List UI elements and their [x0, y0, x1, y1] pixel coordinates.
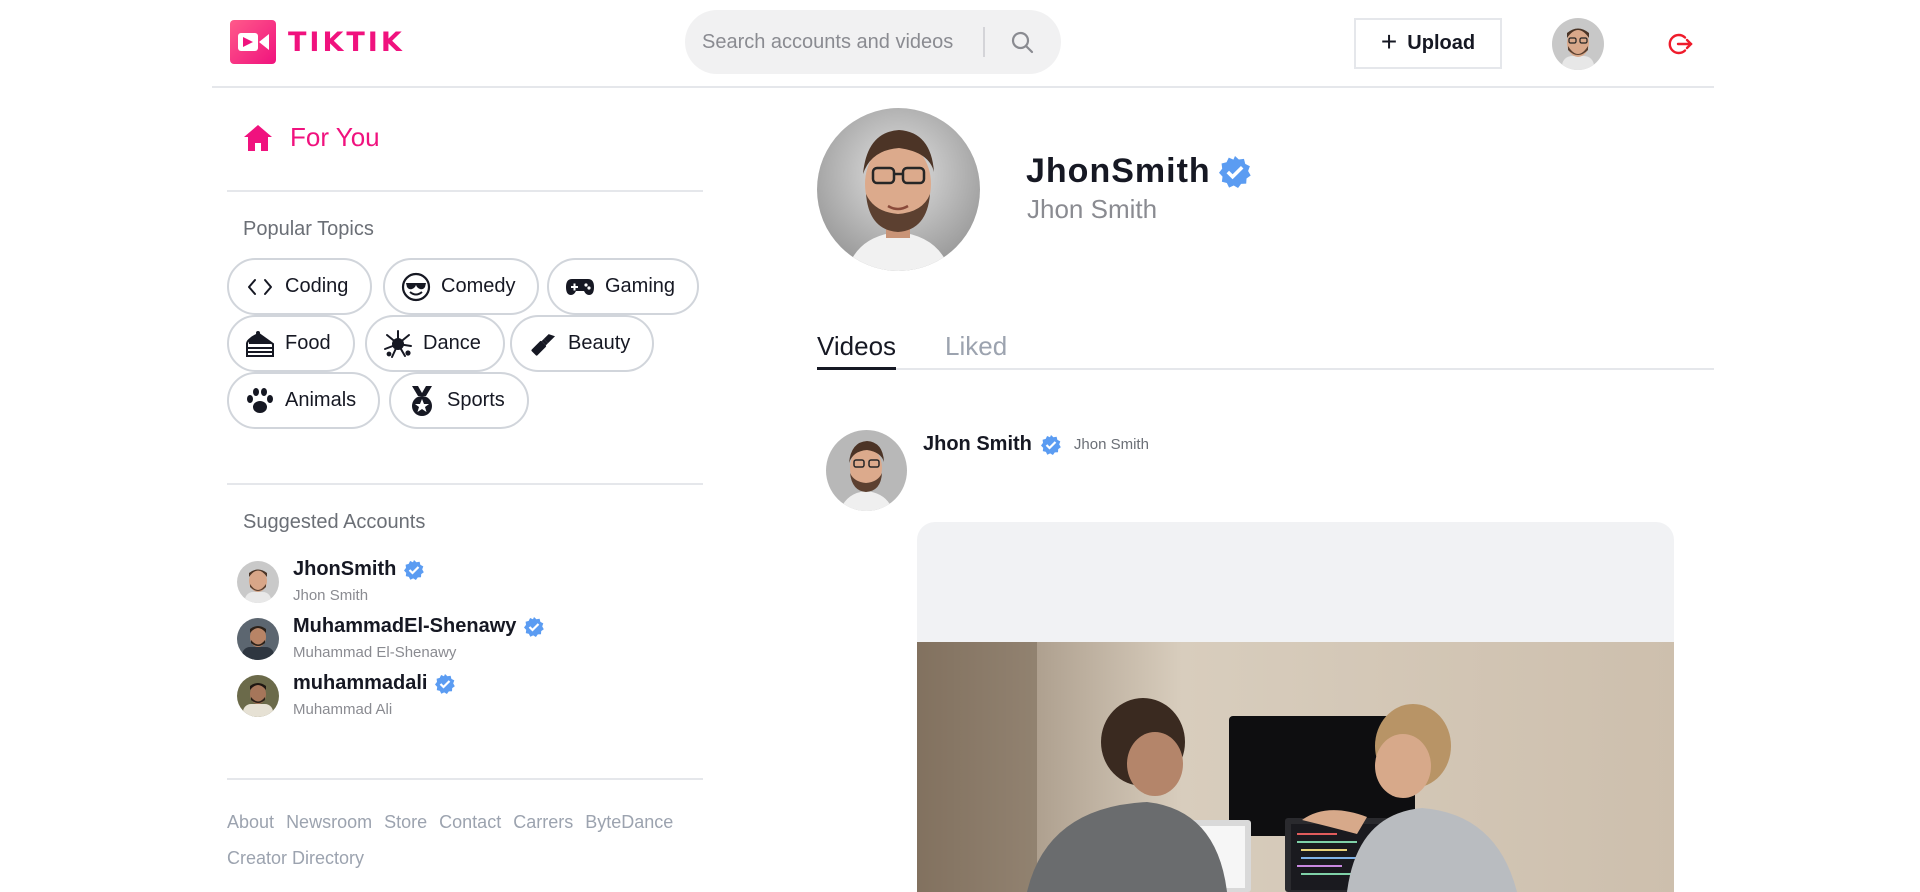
profile-display-name: Jhon Smith — [1027, 194, 1158, 224]
logout-icon — [1668, 33, 1693, 55]
account-username: muhammadali — [293, 672, 428, 694]
video-thumbnail[interactable] — [917, 642, 1674, 892]
tab-liked[interactable]: Liked — [945, 331, 1007, 368]
code-icon — [245, 272, 275, 302]
topic-dance[interactable]: Dance — [365, 315, 505, 372]
suggested-account[interactable]: MuhammadEl-Shenawy Muhammad El-Shenawy — [237, 615, 545, 661]
topic-label: Coding — [285, 275, 349, 297]
topic-label: Beauty — [568, 332, 631, 354]
post-author-avatar[interactable] — [826, 430, 907, 511]
search-input[interactable] — [685, 30, 983, 54]
lipstick-icon — [528, 329, 558, 359]
topic-food[interactable]: Food — [227, 315, 355, 372]
footer-links: About Newsroom Store Contact Carrers Byt… — [227, 804, 703, 876]
sidebar-divider — [227, 778, 703, 780]
top-navbar: TIKTIK + Upload — [212, 0, 1714, 88]
gamepad-icon — [565, 272, 595, 302]
sidebar: For You Popular Topics Coding Comedy Gam… — [227, 90, 703, 892]
for-you-label: For You — [290, 122, 380, 152]
footer-link-creator-directory[interactable]: Creator Directory — [227, 848, 364, 868]
suggested-account[interactable]: JhonSmith Jhon Smith — [237, 558, 425, 604]
footer-link-about[interactable]: About — [227, 812, 274, 832]
topic-label: Sports — [447, 389, 505, 411]
search-icon — [1011, 31, 1034, 54]
topic-label: Dance — [423, 332, 481, 354]
profile-username-text: JhonSmith — [1026, 152, 1211, 190]
logo-text: TIKTIK — [288, 26, 405, 58]
avatar — [237, 618, 279, 660]
logo[interactable]: TIKTIK — [230, 20, 405, 64]
topic-animals[interactable]: Animals — [227, 372, 381, 429]
popular-topics-title: Popular Topics — [243, 218, 374, 240]
topic-beauty[interactable]: Beauty — [510, 315, 655, 372]
home-icon — [244, 124, 272, 151]
paw-icon — [245, 386, 275, 416]
topic-sports[interactable]: Sports — [389, 372, 529, 429]
sidebar-item-for-you[interactable]: For You — [243, 122, 380, 153]
sidebar-divider — [227, 483, 703, 485]
topic-label: Gaming — [605, 275, 676, 297]
verified-badge-icon — [1218, 155, 1251, 188]
account-username: JhonSmith — [293, 558, 397, 580]
logout-button[interactable] — [1664, 28, 1696, 60]
post-author-handle: Jhon Smith — [1073, 436, 1149, 453]
suggested-account[interactable]: muhammadali Muhammad Ali — [237, 672, 456, 718]
verified-badge-icon — [404, 559, 425, 580]
video-card[interactable] — [917, 522, 1674, 892]
upload-label: Upload — [1407, 32, 1476, 54]
topic-gaming[interactable]: Gaming — [547, 258, 700, 315]
account-name: Muhammad Ali — [293, 701, 393, 718]
footer-link-store[interactable]: Store — [384, 812, 427, 832]
profile-avatar — [817, 108, 980, 271]
search-bar — [685, 10, 1061, 74]
topic-comedy[interactable]: Comedy — [383, 258, 540, 315]
topic-label: Food — [285, 332, 331, 354]
verified-badge-icon — [1040, 434, 1061, 455]
search-button[interactable] — [985, 10, 1059, 74]
cake-slice-icon — [245, 329, 275, 359]
medal-icon — [407, 385, 437, 416]
topic-label: Animals — [285, 389, 357, 411]
profile-tabs: Videos Liked — [817, 331, 1714, 370]
account-name: Muhammad El-Shenawy — [293, 644, 457, 661]
verified-badge-icon — [435, 673, 456, 694]
sunglasses-emoji-icon — [401, 272, 431, 302]
post-author[interactable]: Jhon Smith Jhon Smith — [923, 433, 1149, 456]
suggested-accounts-title: Suggested Accounts — [243, 511, 426, 533]
topic-coding[interactable]: Coding — [227, 258, 373, 315]
topic-label: Comedy — [441, 275, 516, 297]
footer-link-newsroom[interactable]: Newsroom — [286, 812, 372, 832]
account-username: MuhammadEl-Shenawy — [293, 615, 517, 637]
account-info: MuhammadEl-Shenawy Muhammad El-Shenawy — [293, 615, 545, 661]
account-info: muhammadali Muhammad Ali — [293, 672, 456, 718]
footer-link-contact[interactable]: Contact — [439, 812, 501, 832]
tab-videos[interactable]: Videos — [817, 331, 897, 370]
account-name: Jhon Smith — [293, 587, 369, 604]
avatar — [237, 675, 279, 717]
post-author-name: Jhon Smith — [923, 433, 1032, 455]
footer-link-bytedance[interactable]: ByteDance — [585, 812, 673, 832]
plus-icon: + — [1380, 26, 1398, 57]
footer-link-carrers[interactable]: Carrers — [513, 812, 573, 832]
sidebar-divider — [227, 190, 703, 192]
account-info: JhonSmith Jhon Smith — [293, 558, 425, 604]
avatar — [237, 561, 279, 603]
upload-button[interactable]: + Upload — [1354, 18, 1502, 69]
user-avatar[interactable] — [1552, 18, 1604, 70]
profile-username: JhonSmith — [1026, 152, 1251, 191]
logo-camera-icon — [230, 20, 276, 64]
dance-splash-icon — [383, 329, 413, 359]
verified-badge-icon — [524, 616, 545, 637]
